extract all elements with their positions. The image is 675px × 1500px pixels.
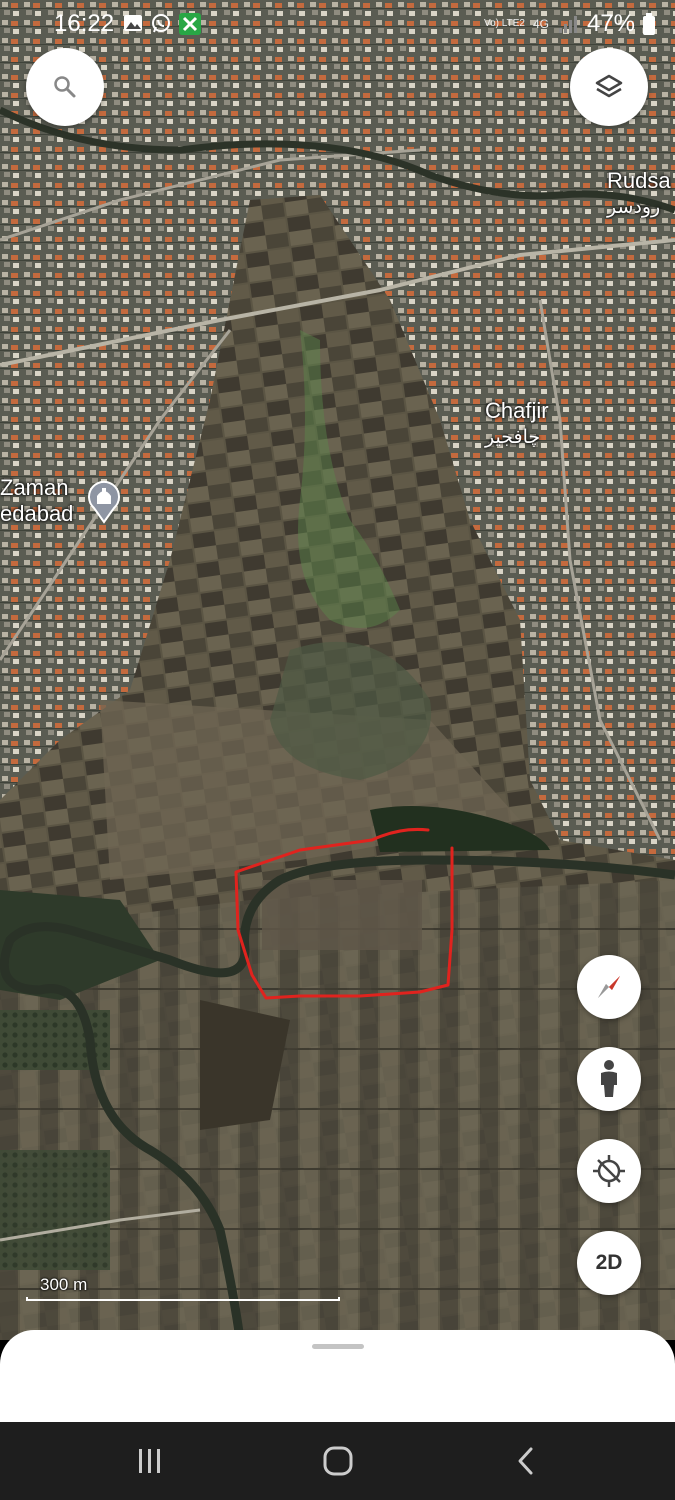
person-icon <box>601 1060 617 1097</box>
battery-percentage: 47% <box>586 10 635 37</box>
layers-button[interactable] <box>570 48 648 126</box>
network-label: Vo) LTE2 <box>483 18 525 29</box>
back-icon <box>518 1447 533 1475</box>
compass-button[interactable] <box>577 955 641 1019</box>
network-type: 4G <box>532 17 549 31</box>
recent-apps-icon <box>139 1449 160 1473</box>
place-local-name: چافجیر <box>485 426 541 448</box>
place-label-chafjir[interactable]: Chafjir چافجیر <box>485 398 549 450</box>
home-button[interactable] <box>318 1444 358 1478</box>
place-local-name: رودسر <box>607 196 661 218</box>
home-icon <box>323 1446 353 1476</box>
whatsapp-icon <box>150 12 172 41</box>
mosque-pin-icon[interactable] <box>86 478 122 524</box>
system-navigation-bar <box>0 1422 675 1500</box>
status-time: 16:22 <box>54 10 115 37</box>
place-name: Rudsa <box>607 168 671 193</box>
battery-icon <box>643 13 655 35</box>
signal-icon <box>558 16 577 33</box>
place-sub-name: edabad <box>0 501 74 526</box>
map-scale: 300 m <box>26 1275 342 1303</box>
recent-apps-button[interactable] <box>130 1444 170 1478</box>
layers-icon <box>595 74 623 98</box>
back-button[interactable] <box>506 1444 546 1478</box>
search-icon <box>54 76 76 98</box>
street-view-button[interactable] <box>577 1047 641 1111</box>
bottom-sheet-handle[interactable] <box>312 1344 364 1349</box>
status-right-group: Vo) LTE2 4G 47% <box>484 10 655 38</box>
satellite-map-view[interactable]: Rudsa رودسر Chafjir چافجیر Zaman edabad … <box>0 0 675 1340</box>
place-name: Chafjir <box>485 398 549 423</box>
place-name: Zaman <box>0 475 69 500</box>
gallery-icon <box>122 12 144 41</box>
notification-icons <box>122 12 202 41</box>
place-label-rudsar[interactable]: Rudsa رودسر <box>607 168 671 220</box>
satellite-imagery <box>0 0 675 1340</box>
gps-off-icon <box>593 1155 625 1187</box>
search-button[interactable] <box>26 48 104 126</box>
scale-label: 300 m <box>40 1275 88 1294</box>
excel-icon <box>178 12 202 41</box>
status-bar: 16:22 Vo) LTE2 4G 47% <box>0 0 675 50</box>
place-label-zaman[interactable]: Zaman edabad <box>0 475 73 527</box>
scale-bar <box>26 1297 340 1301</box>
view-mode-button[interactable]: 2D <box>577 1231 641 1295</box>
my-location-button[interactable] <box>577 1139 641 1203</box>
compass-icon <box>598 976 620 998</box>
bottom-sheet[interactable] <box>0 1330 675 1422</box>
